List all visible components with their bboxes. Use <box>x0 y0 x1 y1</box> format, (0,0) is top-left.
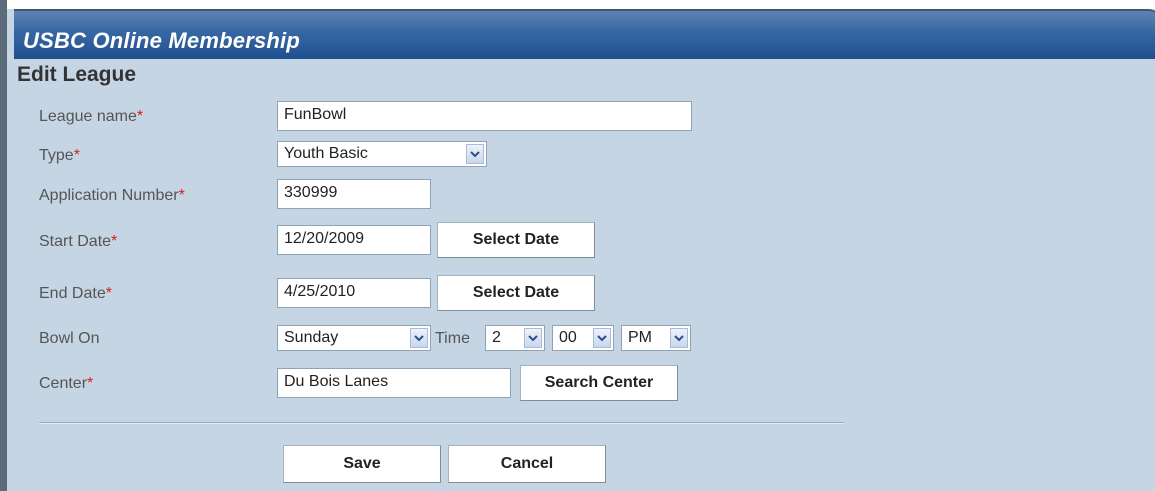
application-number-value: 330999 <box>284 184 338 201</box>
required-mark: * <box>105 285 112 302</box>
end-date-value: 4/25/2010 <box>284 283 356 300</box>
type-label-text: Type <box>39 147 74 164</box>
end-date-label: End Date* <box>39 285 112 303</box>
end-date-input[interactable]: 4/25/2010 <box>277 278 431 308</box>
save-button[interactable]: Save <box>283 445 441 483</box>
start-date-value: 12/20/2009 <box>284 230 365 247</box>
form-divider <box>39 422 844 424</box>
center-label-text: Center <box>39 375 88 392</box>
center-value: Du Bois Lanes <box>284 373 389 390</box>
type-select-value: Youth Basic <box>284 145 368 162</box>
header-bar: USBC Online Membership <box>14 9 1155 59</box>
start-date-label: Start Date* <box>39 233 117 251</box>
center-label: Center* <box>39 375 93 393</box>
time-label: Time <box>435 330 470 347</box>
ampm-value: PM <box>628 329 652 346</box>
type-select[interactable]: Youth Basic <box>277 141 487 167</box>
start-date-label-text: Start Date <box>39 233 112 250</box>
minute-value: 00 <box>559 329 577 346</box>
type-label: Type* <box>39 147 80 165</box>
required-mark: * <box>87 375 94 392</box>
league-name-value: FunBowl <box>284 106 347 123</box>
required-mark: * <box>136 108 144 125</box>
required-mark: * <box>73 147 80 164</box>
app-frame: USBC Online Membership Edit League Leagu… <box>0 0 1155 491</box>
league-name-input[interactable]: FunBowl <box>277 101 692 131</box>
required-mark: * <box>178 187 185 204</box>
application-number-label-text: Application Number <box>39 187 179 204</box>
chevron-down-icon[interactable] <box>670 328 688 348</box>
cancel-button[interactable]: Cancel <box>448 445 606 483</box>
league-name-label-text: League name <box>39 108 137 125</box>
application-number-label: Application Number* <box>39 187 185 205</box>
search-center-button[interactable]: Search Center <box>520 365 678 401</box>
center-input[interactable]: Du Bois Lanes <box>277 368 511 398</box>
end-date-select-button[interactable]: Select Date <box>437 275 595 311</box>
required-mark: * <box>111 233 118 250</box>
chevron-down-icon[interactable] <box>466 144 484 164</box>
hour-value: 2 <box>492 329 501 346</box>
end-date-label-text: End Date <box>39 285 106 302</box>
page-title: Edit League <box>17 63 137 86</box>
start-date-input[interactable]: 12/20/2009 <box>277 225 431 255</box>
hour-select[interactable]: 2 <box>485 325 545 351</box>
app-title: USBC Online Membership <box>23 28 300 53</box>
chevron-down-icon[interactable] <box>410 328 428 348</box>
bowl-day-select[interactable]: Sunday <box>277 325 431 351</box>
chevron-down-icon[interactable] <box>524 328 542 348</box>
chevron-down-icon[interactable] <box>593 328 611 348</box>
minute-select[interactable]: 00 <box>552 325 614 351</box>
bowl-day-value: Sunday <box>284 329 339 346</box>
top-line <box>7 0 1155 9</box>
league-name-label: League name* <box>39 108 143 126</box>
start-date-select-button[interactable]: Select Date <box>437 222 595 258</box>
bowl-on-label: Bowl On <box>39 330 100 347</box>
application-number-input[interactable]: 330999 <box>277 179 431 209</box>
ampm-select[interactable]: PM <box>621 325 691 351</box>
